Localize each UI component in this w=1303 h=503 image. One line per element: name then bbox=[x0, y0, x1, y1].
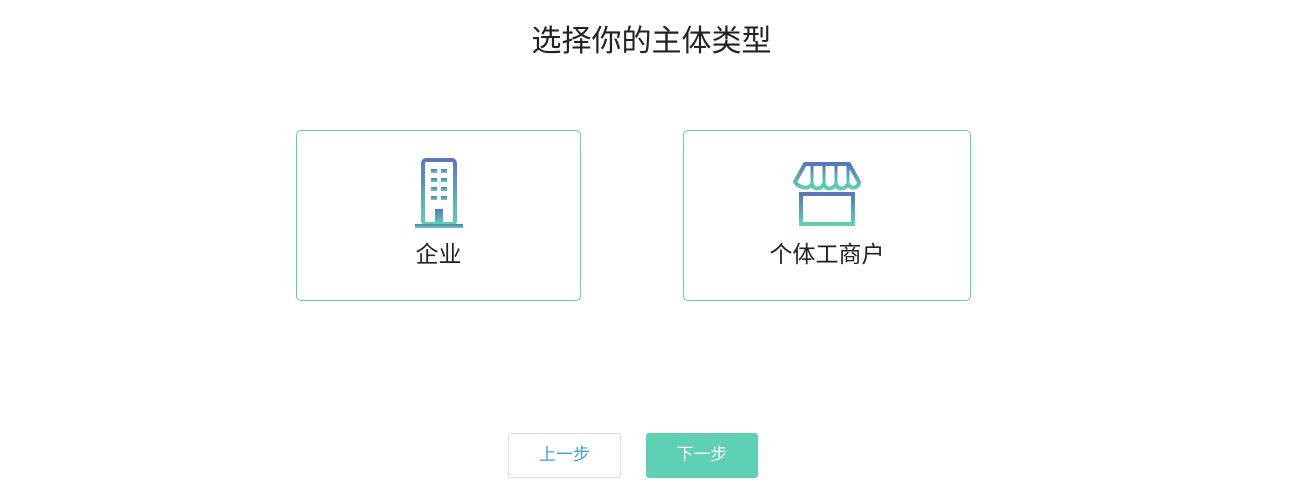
previous-step-button[interactable]: 上一步 bbox=[508, 433, 621, 478]
building-icon bbox=[414, 158, 463, 228]
option-card-enterprise[interactable]: 企业 bbox=[296, 130, 581, 301]
entity-type-page: 选择你的主体类型 企业 个体工商户 上一步 下一步 bbox=[0, 0, 1303, 503]
next-step-button[interactable]: 下一步 bbox=[646, 433, 758, 478]
option-card-individual-business[interactable]: 个体工商户 bbox=[683, 130, 971, 301]
option-label-individual-business: 个体工商户 bbox=[769, 242, 885, 268]
storefront-icon bbox=[793, 162, 861, 226]
page-title: 选择你的主体类型 bbox=[531, 24, 772, 59]
option-label-enterprise: 企业 bbox=[415, 242, 462, 268]
